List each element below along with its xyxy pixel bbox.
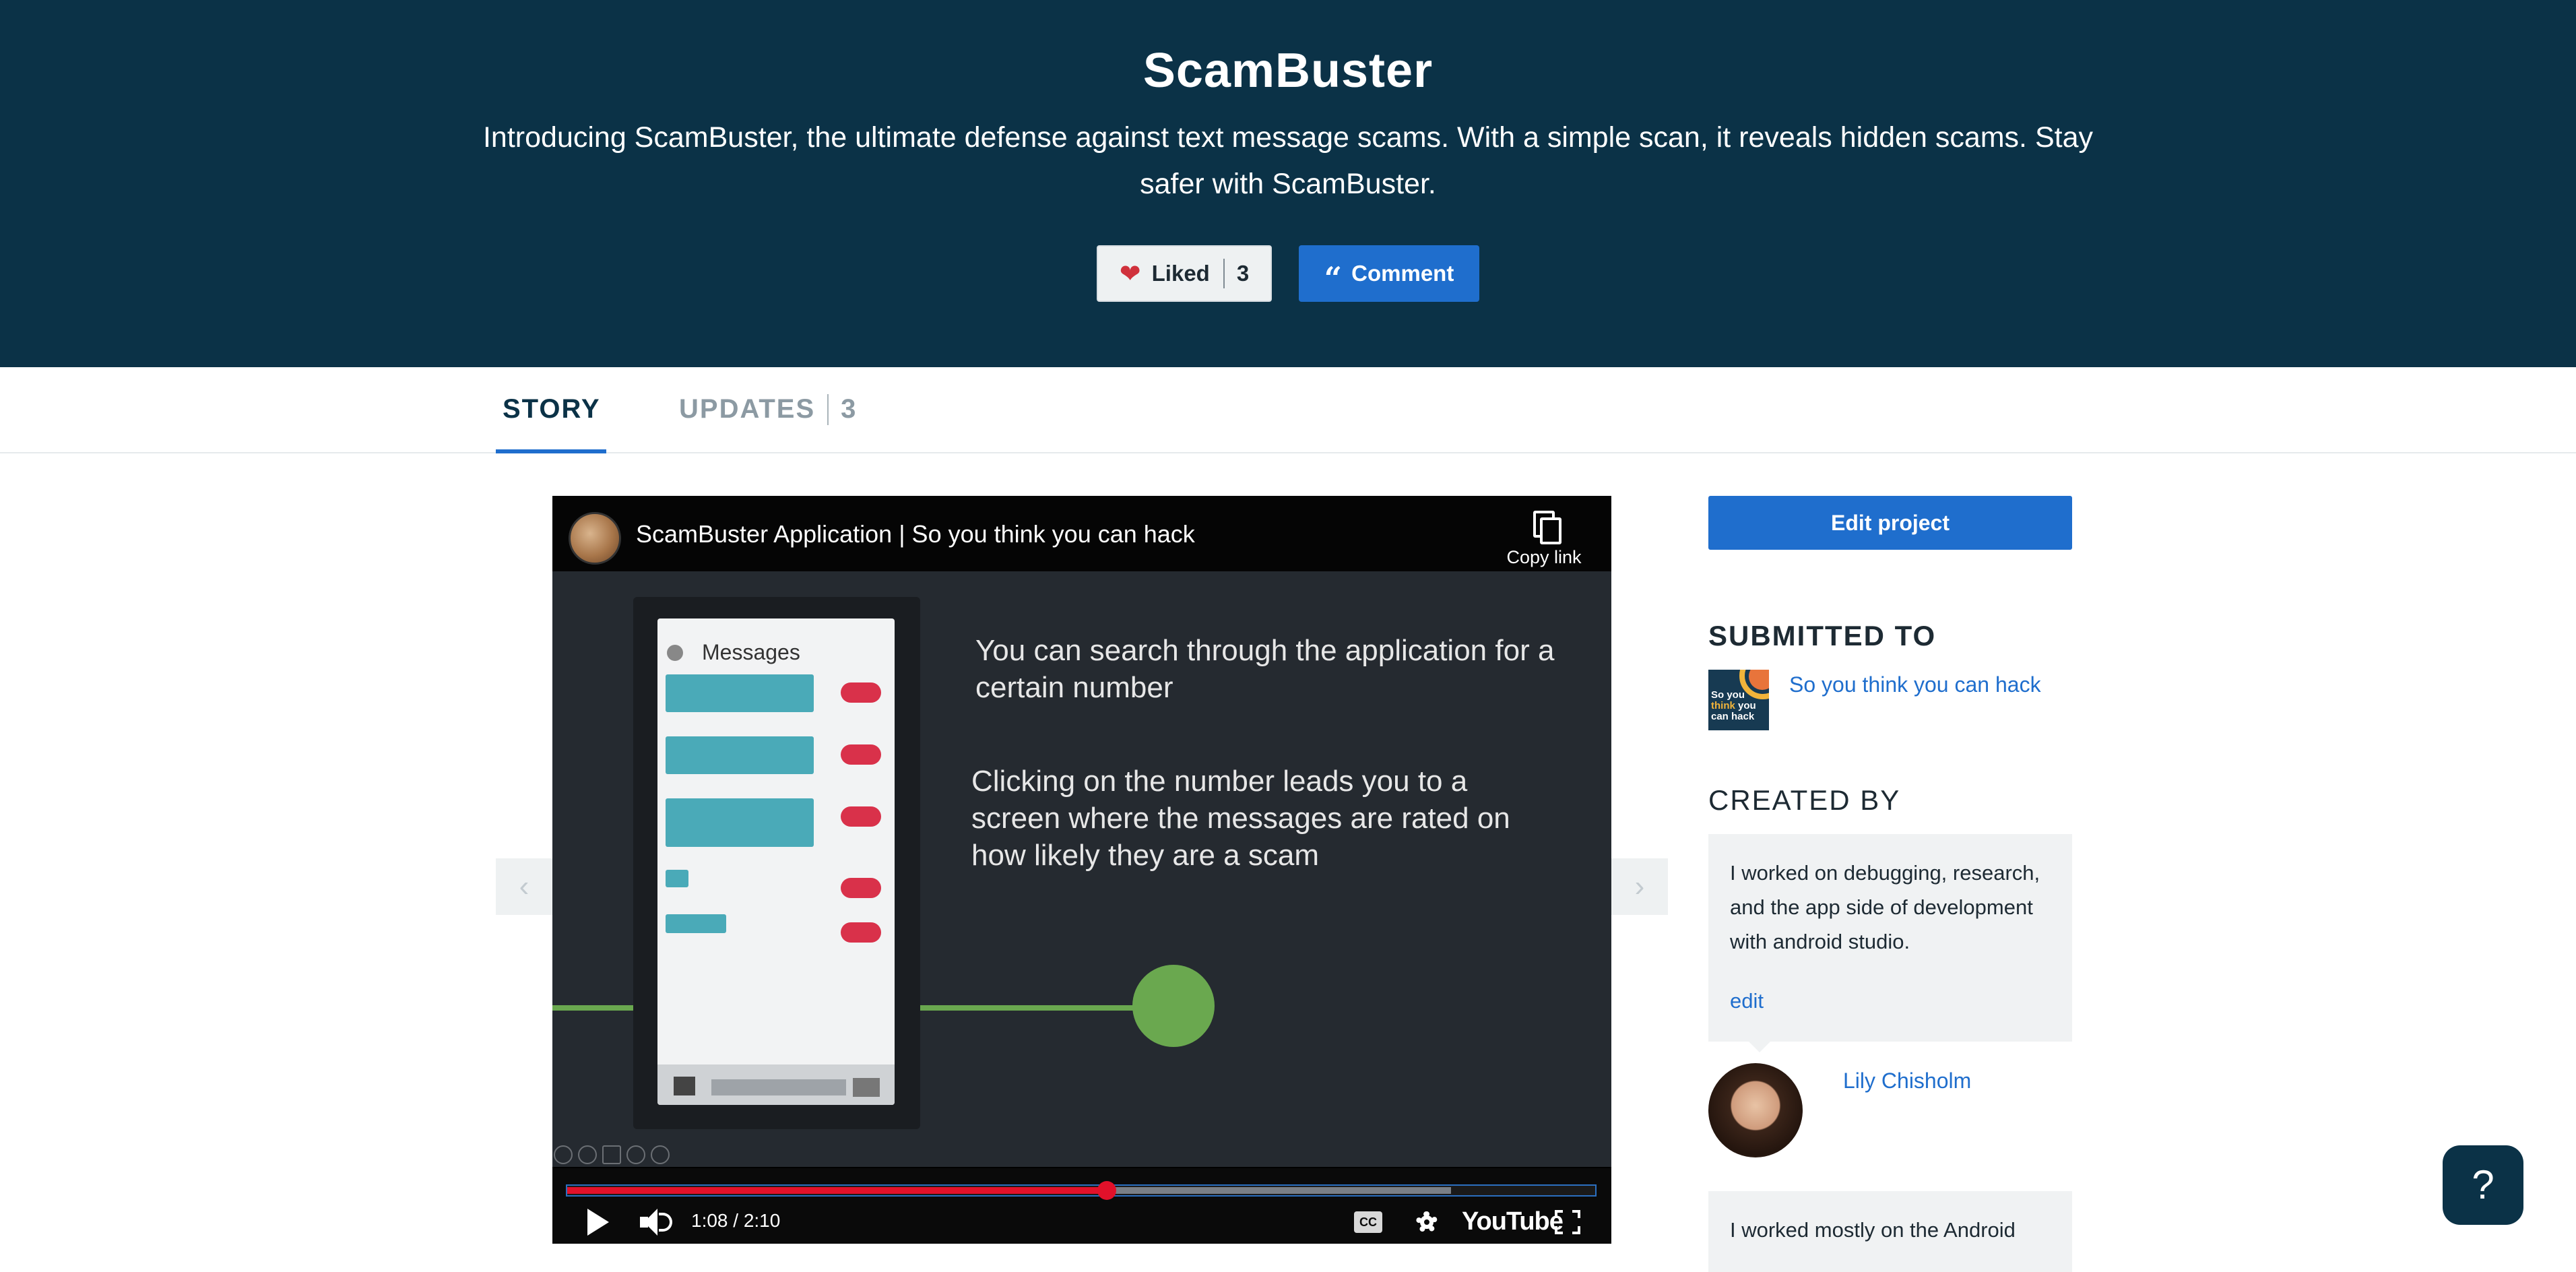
fullscreen-icon[interactable] <box>1555 1210 1580 1234</box>
project-actions: ❤ Liked 3 “ Comment <box>0 245 2576 302</box>
minus-icon[interactable] <box>626 1145 645 1164</box>
challenge-link[interactable]: So you think you can hack <box>1789 672 2041 697</box>
like-count: 3 <box>1236 261 1250 286</box>
submitted-to-heading: SUBMITTED TO <box>1708 620 1937 651</box>
video-title[interactable]: ScamBuster Application | So you think yo… <box>636 520 1195 548</box>
rating-pill <box>841 922 881 943</box>
heart-icon: ❤ <box>1119 259 1141 288</box>
comment-label: Comment <box>1351 261 1454 286</box>
gallery-next-button[interactable]: › <box>1611 858 1668 915</box>
slide-timeline-dot <box>1132 965 1215 1047</box>
created-by-heading: CREATED BY <box>1708 784 1901 816</box>
message-bubble <box>666 914 726 933</box>
divider <box>827 394 829 425</box>
played-bar <box>567 1187 1107 1194</box>
contribution-text: I worked mostly on the Android <box>1730 1218 2016 1242</box>
project-tagline: Introducing ScamBuster, the ultimate def… <box>482 121 2093 200</box>
list-item <box>666 914 895 957</box>
video-time: 1:08 / 2:10 <box>691 1210 781 1231</box>
video-progress-bar[interactable] <box>566 1181 1597 1200</box>
back-icon[interactable] <box>554 1145 573 1164</box>
slide-text-rating: Clicking on the number leads you to a sc… <box>971 765 1510 872</box>
pause-icon <box>674 1077 695 1095</box>
project-title: ScamBuster <box>1142 44 1434 98</box>
tab-story[interactable]: STORY <box>496 394 606 453</box>
edit-contribution-link[interactable]: edit <box>1730 989 1764 1013</box>
quote-icon: “ <box>1324 260 1343 296</box>
message-bubble <box>666 674 814 712</box>
message-bubble <box>666 736 814 774</box>
annotation-toolbar <box>554 1145 670 1164</box>
like-button[interactable]: ❤ Liked 3 <box>1097 245 1272 302</box>
tab-updates-count: 3 <box>841 394 858 424</box>
list-item <box>666 798 895 868</box>
edit-project-button[interactable]: Edit project <box>1708 496 2072 550</box>
chevron-left-icon: ‹ <box>519 870 529 903</box>
scrubber-handle[interactable] <box>1097 1181 1117 1200</box>
divider <box>1223 259 1225 288</box>
copy-link-button[interactable]: Copy link <box>1504 511 1584 568</box>
contribution-card: I worked mostly on the Android <box>1708 1191 2072 1272</box>
project-tabs: STORY UPDATES 3 <box>0 367 2576 453</box>
card-tail <box>1749 1042 1770 1052</box>
list-item <box>666 674 895 735</box>
slide-timeline-line <box>920 1005 1136 1011</box>
tab-updates-label: UPDATES <box>679 394 816 424</box>
avatar[interactable] <box>1708 1063 1803 1157</box>
play-icon[interactable] <box>587 1209 609 1236</box>
youtube-logo[interactable]: YouTube <box>1462 1207 1564 1236</box>
chevron-right-icon: › <box>1634 870 1645 903</box>
comment-button[interactable]: “ Comment <box>1299 245 1479 302</box>
list-item <box>666 736 895 797</box>
gallery-prev-button[interactable]: ‹ <box>496 858 552 915</box>
settings-icon[interactable] <box>1413 1209 1440 1236</box>
gear-icon <box>667 644 683 661</box>
volume-wave <box>659 1213 672 1232</box>
challenge-logo-text: So you think you can hack <box>1711 689 1756 722</box>
phone-status-bar <box>657 618 895 633</box>
rating-pill <box>841 682 881 703</box>
help-button[interactable]: ? <box>2443 1145 2523 1225</box>
contribution-card: I worked on debugging, research, and the… <box>1708 834 2072 1052</box>
rating-pill <box>841 878 881 898</box>
challenge-thumbnail[interactable]: So you think you can hack <box>1708 670 1769 730</box>
copy-link-label: Copy link <box>1506 547 1582 567</box>
message-bubble <box>666 798 814 847</box>
phone-header: Messages <box>657 633 895 674</box>
rating-pill <box>841 744 881 765</box>
pen-icon[interactable] <box>578 1145 597 1164</box>
slide-timeline-line <box>552 1005 633 1011</box>
like-label: Liked <box>1151 261 1210 286</box>
forward-icon[interactable] <box>651 1145 670 1164</box>
phone-progress-track <box>711 1079 846 1095</box>
contribution-text: I worked on debugging, research, and the… <box>1730 861 2040 953</box>
slide-text-search: You can search through the application f… <box>975 634 1555 704</box>
channel-avatar[interactable] <box>569 512 621 565</box>
phone-title: Messages <box>702 640 800 664</box>
message-bubble <box>666 870 688 887</box>
volume-icon[interactable] <box>640 1209 674 1236</box>
caption-icon[interactable] <box>602 1145 621 1164</box>
list-item <box>666 870 895 913</box>
video-title-bar: ScamBuster Application | So you think yo… <box>552 496 1611 571</box>
copy-icon <box>1531 511 1561 544</box>
video-controls: 1:08 / 2:10 CC YouTube <box>552 1168 1611 1244</box>
volume-icon <box>853 1078 880 1097</box>
member-name-link[interactable]: Lily Chisholm <box>1843 1069 1971 1093</box>
phone-screenshot: Messages <box>657 618 895 1105</box>
captions-button[interactable]: CC <box>1354 1211 1382 1233</box>
tab-updates[interactable]: UPDATES 3 <box>679 394 857 453</box>
project-header: ScamBuster Introducing ScamBuster, the u… <box>0 0 2576 367</box>
phone-media-bar <box>657 1064 895 1105</box>
rating-pill <box>841 806 881 827</box>
